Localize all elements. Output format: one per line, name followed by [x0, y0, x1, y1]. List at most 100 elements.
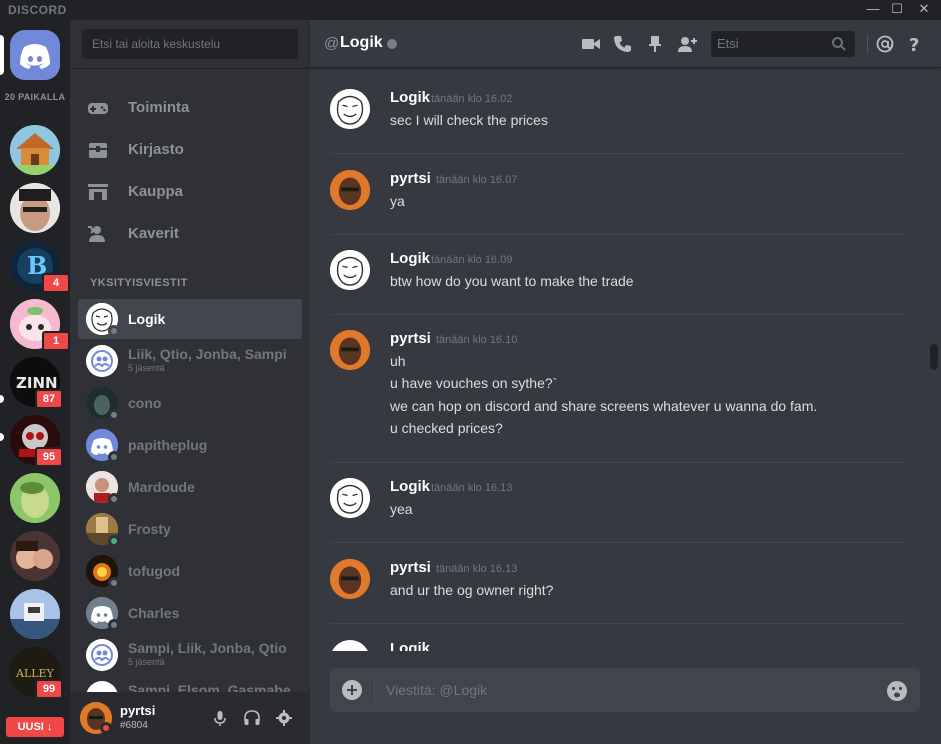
nav-store[interactable]: Kauppa	[78, 172, 302, 212]
message-composer[interactable]: Viestitä: @Logik	[330, 668, 920, 712]
help-icon[interactable]: ?	[904, 33, 926, 55]
message-divider	[330, 153, 905, 154]
message-scrollbar[interactable]	[927, 69, 941, 659]
title-bar: DISCORD — ☐ ✕	[0, 0, 941, 20]
dm-name: Sampi, Elsom, Gasmabe	[128, 682, 291, 692]
author-avatar[interactable]	[330, 330, 370, 370]
dm-item-frosty[interactable]: Frosty	[78, 509, 302, 549]
mentions-icon[interactable]	[874, 33, 896, 55]
dm-item-mardoude[interactable]: Mardoude	[78, 467, 302, 507]
close-button[interactable]: ✕	[913, 0, 935, 20]
dm-item-charles[interactable]: Charles	[78, 593, 302, 633]
dm-name: Charles	[128, 605, 180, 621]
message-text: u have vouches on sythe?`	[390, 375, 558, 391]
message-divider	[330, 623, 905, 624]
author-avatar[interactable]	[330, 559, 370, 599]
app-brand: DISCORD	[8, 3, 67, 17]
status-offline-indicator	[108, 619, 120, 631]
server-icon-face[interactable]	[10, 183, 60, 233]
nav-library[interactable]: Kirjasto	[78, 130, 302, 170]
emoji-picker-icon[interactable]	[886, 680, 908, 702]
dm-item-papitheplug[interactable]: papitheplug	[78, 425, 302, 465]
unread-badge: 95	[35, 447, 63, 467]
dm-item-logik[interactable]: Logik	[78, 299, 302, 339]
settings-gear-icon[interactable]	[274, 708, 294, 728]
green-character-icon	[10, 473, 60, 523]
search-icon	[832, 37, 846, 51]
composer-divider	[374, 678, 375, 702]
server-icon-green[interactable]	[10, 473, 60, 523]
message-text: u checked prices?	[390, 420, 503, 436]
status-offline-indicator	[108, 409, 120, 421]
message-author[interactable]: pyrtsi	[390, 559, 431, 576]
member-count: 5 jäsentä	[128, 657, 165, 667]
trollface-avatar-icon	[330, 250, 370, 290]
scrollbar-thumb[interactable]	[930, 344, 938, 370]
server-icon-house[interactable]	[10, 125, 60, 175]
message-text: sec I will check the prices	[390, 112, 548, 128]
user-tag: #6804	[120, 720, 148, 731]
message-list: Logik tänään klo 16.02 sec I will check …	[310, 69, 941, 651]
message-author[interactable]: Logik	[390, 640, 430, 651]
add-friend-icon[interactable]	[676, 33, 698, 55]
dm-item-group-3[interactable]: Sampi, Elsom, Gasmabe	[78, 677, 302, 692]
nav-activity[interactable]: Toiminta	[78, 88, 302, 128]
dm-name: Sampi, Liik, Jonba, Qtio	[128, 640, 287, 656]
microphone-icon[interactable]	[210, 708, 230, 728]
search-input[interactable]: Etsi	[711, 31, 855, 57]
upload-plus-icon[interactable]	[342, 680, 362, 700]
headphones-icon[interactable]	[242, 708, 262, 728]
dm-item-cono[interactable]: cono	[78, 383, 302, 423]
message-author[interactable]: Logik	[390, 89, 430, 106]
message-author[interactable]: pyrtsi	[390, 330, 431, 347]
nav-friends[interactable]: Kaverit	[78, 214, 302, 254]
server-list: 20 PAIKALLA B 4 1 ZINN 87 95 ALLEY 99 UU…	[0, 20, 70, 744]
channel-name: Logik	[340, 34, 383, 51]
author-avatar[interactable]	[330, 250, 370, 290]
face-photo-icon	[10, 183, 60, 233]
at-symbol: @	[324, 35, 340, 52]
message-author[interactable]: Logik	[390, 250, 430, 267]
find-conversation-input[interactable]: Etsi tai aloita keskustelu	[82, 29, 298, 59]
dm-item-tofugod[interactable]: tofugod	[78, 551, 302, 591]
trollface-avatar-icon	[330, 89, 370, 129]
message-author[interactable]: Logik	[390, 478, 430, 495]
outdoor-photo-icon	[10, 589, 60, 639]
server-icon-couple[interactable]	[10, 531, 60, 581]
author-avatar[interactable]	[330, 89, 370, 129]
unread-badge: 4	[42, 273, 70, 293]
username: pyrtsi	[120, 703, 156, 718]
message-timestamp: tänään klo 16.13	[436, 563, 518, 575]
author-avatar[interactable]	[330, 170, 370, 210]
group-icon	[86, 639, 118, 671]
author-avatar[interactable]	[330, 478, 370, 518]
dm-item-group-1[interactable]: Liik, Qtio, Jonba, Sampi 5 jäsentä	[78, 341, 302, 381]
unread-badge: 87	[35, 389, 63, 409]
user-avatar-icon	[330, 330, 370, 370]
pin-icon[interactable]	[644, 33, 666, 55]
message-timestamp: tänään klo 16.10	[436, 334, 518, 346]
message-input-placeholder[interactable]: Viestitä: @Logik	[386, 682, 487, 698]
status-offline-indicator	[108, 493, 120, 505]
author-avatar[interactable]	[330, 640, 370, 651]
dm-name: Liik, Qtio, Jonba, Sampi	[128, 346, 287, 362]
server-icon-boat[interactable]	[10, 589, 60, 639]
dm-sidebar: Etsi tai aloita keskustelu Toiminta Kirj…	[70, 20, 310, 744]
svg-text:?: ?	[909, 35, 919, 55]
dm-name: papitheplug	[128, 437, 208, 453]
library-icon	[89, 143, 107, 158]
home-button[interactable]	[10, 30, 60, 80]
message-text: uh	[390, 353, 406, 369]
new-unreads-button[interactable]: UUSI ↓	[6, 717, 64, 737]
message-timestamp: tänään klo 16.09	[431, 254, 513, 266]
dm-item-group-2[interactable]: Sampi, Liik, Jonba, Qtio 5 jäsentä	[78, 635, 302, 675]
user-avatar-icon	[330, 170, 370, 210]
video-call-icon[interactable]	[580, 33, 602, 55]
maximize-button[interactable]: ☐	[886, 0, 908, 20]
dm-name: cono	[128, 395, 162, 411]
minimize-button[interactable]: —	[862, 0, 884, 20]
voice-call-icon[interactable]	[612, 33, 634, 55]
unread-badge: 99	[35, 679, 63, 699]
message-author[interactable]: pyrtsi	[390, 170, 431, 187]
nav-library-label: Kirjasto	[128, 141, 184, 158]
